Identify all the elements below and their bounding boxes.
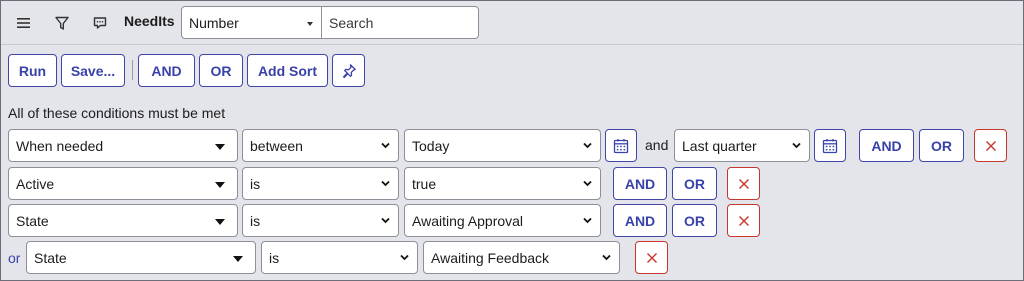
chevron-down-icon bbox=[381, 142, 390, 149]
search-field-value: Number bbox=[189, 15, 239, 31]
condition-value2-select[interactable]: Last quarter bbox=[674, 129, 810, 162]
add-sort-button[interactable]: Add Sort bbox=[247, 54, 328, 87]
condition-or-button[interactable]: OR bbox=[672, 167, 717, 200]
conditions-banner: All of these conditions must be met bbox=[8, 105, 226, 121]
search-input[interactable] bbox=[321, 6, 479, 39]
condition-field-select[interactable]: State bbox=[8, 204, 238, 237]
search-field-select[interactable]: Number bbox=[181, 6, 322, 39]
chevron-down-icon bbox=[400, 254, 409, 261]
add-and-button[interactable]: AND bbox=[138, 54, 195, 87]
caret-down-icon bbox=[215, 144, 225, 150]
condition-field-select[interactable]: When needed bbox=[8, 129, 238, 162]
between-and-label: and bbox=[645, 137, 669, 153]
condition-field-value: Active bbox=[16, 176, 55, 192]
list-header: NeedIts Number bbox=[1, 1, 1023, 45]
condition-value-text: Awaiting Feedback bbox=[431, 250, 550, 266]
condition-and-button[interactable]: AND bbox=[613, 204, 667, 237]
delete-condition-button[interactable] bbox=[635, 241, 668, 274]
condition-operator-value: is bbox=[269, 250, 280, 266]
close-icon bbox=[646, 252, 657, 263]
condition-operator-select[interactable]: between bbox=[242, 129, 399, 162]
condition-and-button[interactable]: AND bbox=[613, 167, 667, 200]
calendar-icon bbox=[613, 138, 629, 153]
condition-field-value: State bbox=[34, 250, 67, 266]
condition-operator-value: is bbox=[250, 176, 261, 192]
condition-operator-select[interactable]: is bbox=[242, 167, 399, 200]
condition-value-select[interactable]: Awaiting Approval bbox=[404, 204, 601, 237]
chevron-down-icon bbox=[583, 217, 592, 224]
calendar-icon bbox=[822, 138, 838, 153]
condition-value-text: Awaiting Approval bbox=[412, 213, 524, 229]
condition-value-text: Today bbox=[412, 138, 450, 154]
condition-or-button[interactable]: OR bbox=[672, 204, 717, 237]
pin-button[interactable] bbox=[332, 54, 365, 87]
condition-field-value: State bbox=[16, 213, 49, 229]
run-button[interactable]: Run bbox=[8, 54, 57, 87]
toolbar-divider bbox=[132, 60, 133, 80]
condition-operator-value: between bbox=[250, 138, 303, 154]
chevron-down-icon bbox=[583, 142, 592, 149]
calendar-button[interactable] bbox=[605, 129, 637, 162]
chevron-down-icon bbox=[381, 217, 390, 224]
close-icon bbox=[738, 178, 749, 189]
condition-operator-value: is bbox=[250, 213, 261, 229]
condition-value-select[interactable]: true bbox=[404, 167, 601, 200]
comment-icon[interactable] bbox=[89, 12, 111, 34]
chevron-down-icon bbox=[381, 180, 390, 187]
condition-value-text: true bbox=[412, 176, 437, 192]
menu-icon[interactable] bbox=[13, 12, 35, 34]
close-icon bbox=[985, 140, 996, 151]
or-prefix-label: or bbox=[8, 250, 21, 266]
chevron-down-icon bbox=[583, 180, 592, 187]
close-icon bbox=[738, 215, 749, 226]
pin-icon bbox=[342, 63, 356, 78]
caret-down-icon bbox=[215, 219, 225, 225]
condition-value-select[interactable]: Today bbox=[404, 129, 601, 162]
calendar-button[interactable] bbox=[814, 129, 846, 162]
filter-icon[interactable] bbox=[51, 12, 73, 34]
or-condition-operator-select[interactable]: is bbox=[261, 241, 418, 274]
delete-condition-button[interactable] bbox=[727, 204, 760, 237]
condition-builder: NeedIts Number Run Save... AND OR Add So… bbox=[0, 0, 1024, 281]
condition-field-select[interactable]: Active bbox=[8, 167, 238, 200]
condition-operator-select[interactable]: is bbox=[242, 204, 399, 237]
caret-down-icon bbox=[233, 256, 243, 262]
chevron-down-icon bbox=[307, 22, 313, 26]
caret-down-icon bbox=[215, 182, 225, 188]
add-or-button[interactable]: OR bbox=[199, 54, 243, 87]
condition-or-button[interactable]: OR bbox=[919, 129, 964, 162]
chevron-down-icon bbox=[602, 254, 611, 261]
delete-condition-button[interactable] bbox=[974, 129, 1007, 162]
condition-field-value: When needed bbox=[16, 138, 104, 154]
or-condition-value-select[interactable]: Awaiting Feedback bbox=[423, 241, 620, 274]
condition-and-button[interactable]: AND bbox=[859, 129, 914, 162]
table-title: NeedIts bbox=[124, 13, 175, 29]
condition-value2-text: Last quarter bbox=[682, 138, 757, 154]
or-condition-field-select[interactable]: State bbox=[26, 241, 256, 274]
save-button[interactable]: Save... bbox=[61, 54, 125, 87]
delete-condition-button[interactable] bbox=[727, 167, 760, 200]
chevron-down-icon bbox=[792, 142, 801, 149]
